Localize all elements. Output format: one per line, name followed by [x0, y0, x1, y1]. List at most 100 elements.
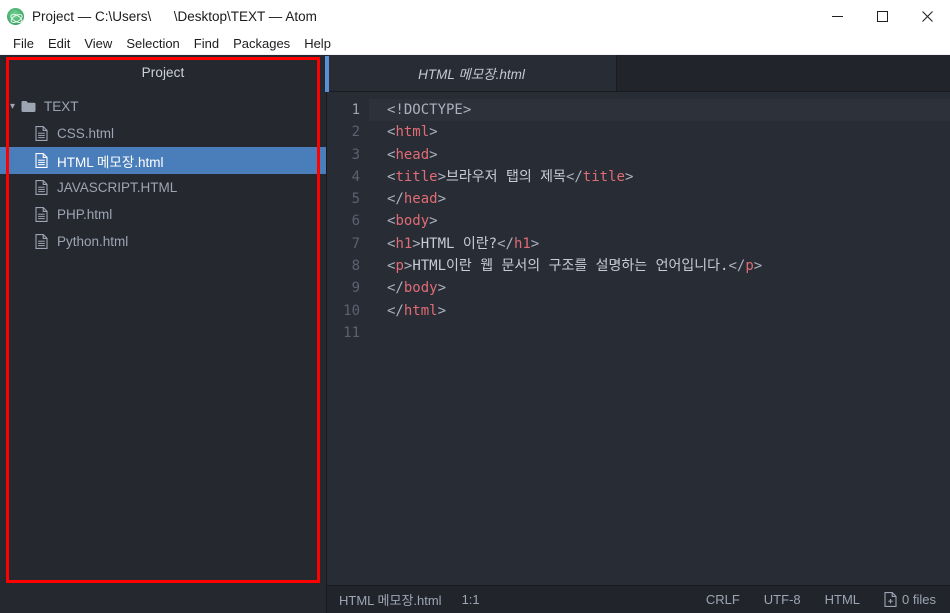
atom-logo-icon	[7, 8, 24, 25]
tree-item-label: CSS.html	[57, 126, 115, 141]
tree-item-php-html[interactable]: PHP.html	[0, 201, 326, 228]
code-token: >	[624, 168, 634, 185]
tree-item-python-html[interactable]: Python.html	[0, 228, 326, 255]
maximize-button[interactable]	[860, 0, 905, 33]
menu-item-selection[interactable]: Selection	[119, 34, 186, 53]
code-token: >	[437, 191, 447, 208]
tab-bar-empty-area	[617, 55, 950, 91]
code-token: >	[437, 280, 447, 297]
folder-icon	[19, 100, 37, 113]
tree-item-html-memo-html[interactable]: HTML 메모장.html	[0, 147, 326, 174]
code-token: title	[582, 168, 625, 185]
tab-bar: HTML 메모장.html	[327, 55, 950, 92]
blue-pane-indicator	[325, 56, 329, 92]
code-token: p	[395, 258, 404, 275]
line-number: 5	[351, 191, 360, 208]
workspace: Project ▾ TEXT CSS.html HTML 메모장.html JA…	[0, 55, 950, 613]
file-icon	[32, 126, 50, 141]
code-line: </head>	[387, 188, 950, 210]
status-encoding[interactable]: UTF-8	[764, 592, 801, 607]
menu-bar: File Edit View Selection Find Packages H…	[0, 33, 950, 55]
menu-item-file[interactable]: File	[6, 34, 41, 53]
code-token: HTML이란 웹 문서의 구조를 설명하는 언어입니다.	[412, 258, 729, 275]
code-token: </	[728, 258, 746, 275]
code-line: </body>	[387, 277, 950, 299]
code-line: <p>HTML이란 웹 문서의 구조를 설명하는 언어입니다.</p>	[387, 255, 950, 277]
tree-view-list: ▾ TEXT CSS.html HTML 메모장.html JAVASCRIPT…	[0, 91, 326, 255]
line-number: 6	[351, 213, 360, 230]
code-token: p	[745, 258, 754, 275]
tree-item-folder-text[interactable]: ▾ TEXT	[0, 93, 326, 120]
line-number: 1	[351, 102, 360, 118]
window-title: Project — C:\Users\ \Desktop\TEXT — Atom	[32, 9, 317, 24]
code-line: <body>	[387, 210, 950, 232]
menu-item-packages[interactable]: Packages	[226, 34, 297, 53]
code-line: <html>	[387, 121, 950, 143]
tree-item-label: JAVASCRIPT.HTML	[57, 180, 178, 195]
code-line: <!DOCTYPE>	[369, 99, 950, 122]
code-token: <!DOCTYPE>	[387, 102, 472, 118]
file-icon	[32, 153, 50, 168]
status-cursor-position[interactable]: 1:1	[462, 592, 480, 607]
file-icon	[32, 207, 50, 222]
status-git-files-label: 0 files	[902, 592, 936, 607]
editor-pane: HTML 메모장.html 1 2 3 4 5 6 7 8 9 10 11 <!…	[327, 55, 950, 613]
code-token: >	[437, 302, 447, 319]
code-token: HTML 이란?	[420, 235, 498, 252]
close-button[interactable]	[905, 0, 950, 33]
line-number: 8	[351, 258, 360, 275]
file-diff-icon	[884, 592, 897, 607]
minimize-button[interactable]	[815, 0, 860, 33]
code-token: >	[530, 235, 540, 252]
code-token: >	[753, 258, 763, 275]
status-line-ending[interactable]: CRLF	[706, 592, 740, 607]
code-line: </html>	[387, 300, 950, 322]
status-filename[interactable]: HTML 메모장.html	[339, 590, 442, 609]
code-line: <head>	[387, 144, 950, 166]
code-token: head	[403, 191, 438, 208]
code-token: </	[387, 302, 404, 319]
code-token: title	[395, 168, 438, 185]
code-line: <title>브라우저 탭의 제목</title>	[387, 166, 950, 188]
atom-window: Project — C:\Users\ \Desktop\TEXT — Atom	[0, 0, 950, 613]
code-token: 브라우저 탭의 제목	[446, 168, 566, 185]
line-number: 9	[351, 280, 360, 297]
code-token: >	[429, 124, 438, 141]
code-editor[interactable]: 1 2 3 4 5 6 7 8 9 10 11 <!DOCTYPE> <html>…	[327, 92, 950, 585]
code-token: h1	[513, 235, 531, 252]
tree-view-title: Project	[141, 65, 185, 80]
status-git-changes[interactable]: 0 files	[884, 592, 936, 607]
code-content[interactable]: <!DOCTYPE> <html> <head> <title>브라우저 탭의 제목<…	[369, 99, 950, 585]
line-number: 10	[343, 302, 360, 319]
tree-item-label: HTML 메모장.html	[57, 154, 164, 170]
title-bar-left: Project — C:\Users\ \Desktop\TEXT — Atom	[0, 8, 815, 25]
code-token: </	[387, 280, 404, 297]
code-token: body	[403, 280, 438, 297]
code-token: >	[412, 235, 421, 252]
line-number: 4	[351, 168, 360, 185]
code-token: </	[565, 168, 583, 185]
menu-item-find[interactable]: Find	[187, 34, 226, 53]
window-controls	[815, 0, 950, 33]
code-token: h1	[395, 235, 413, 252]
code-token: >	[437, 168, 447, 185]
menu-item-view[interactable]: View	[77, 34, 119, 53]
status-bar-left: HTML 메모장.html 1:1	[339, 590, 480, 609]
status-grammar[interactable]: HTML	[825, 592, 860, 607]
title-bar: Project — C:\Users\ \Desktop\TEXT — Atom	[0, 0, 950, 33]
tree-item-javascript-html[interactable]: JAVASCRIPT.HTML	[0, 174, 326, 201]
code-token: </	[497, 235, 514, 252]
code-token: html	[395, 124, 430, 141]
menu-item-help[interactable]: Help	[297, 34, 338, 53]
tree-view-panel: Project ▾ TEXT CSS.html HTML 메모장.html JA…	[0, 55, 327, 613]
status-bar-right: CRLF UTF-8 HTML 0 files	[706, 592, 936, 607]
tab-label: HTML 메모장.html	[418, 67, 525, 82]
code-token: </	[387, 191, 404, 208]
tab-html-memo-html[interactable]: HTML 메모장.html	[327, 55, 617, 91]
status-bar: HTML 메모장.html 1:1 CRLF UTF-8 HTML 0 file…	[327, 585, 950, 613]
menu-item-edit[interactable]: Edit	[41, 34, 77, 53]
tree-item-label: PHP.html	[57, 207, 113, 222]
tree-item-css-html[interactable]: CSS.html	[0, 120, 326, 147]
chevron-down-icon[interactable]: ▾	[6, 101, 19, 112]
